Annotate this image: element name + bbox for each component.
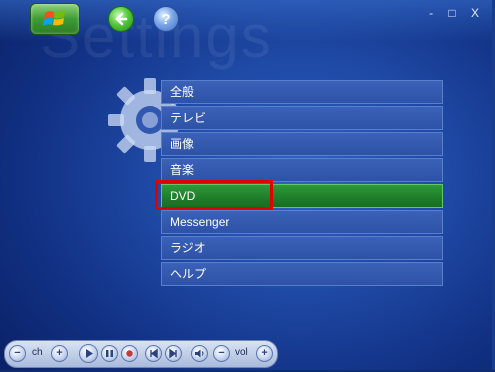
- pause-icon: [106, 350, 113, 357]
- record-icon: [126, 350, 133, 357]
- menu-item-label: 音楽: [170, 163, 195, 177]
- help-button[interactable]: ?: [153, 6, 179, 32]
- menu-item-label: ラジオ: [170, 241, 206, 255]
- mute-button[interactable]: [191, 345, 208, 362]
- channel-down-button[interactable]: −: [9, 345, 26, 362]
- play-icon: [86, 349, 93, 358]
- menu-item-pictures[interactable]: 画像: [161, 132, 443, 156]
- play-button[interactable]: [79, 344, 98, 363]
- start-button[interactable]: [30, 3, 80, 35]
- volume-down-button[interactable]: −: [213, 345, 230, 362]
- channel-label: ch: [32, 347, 43, 358]
- menu-item-label: 全般: [170, 85, 195, 99]
- skip-back-button[interactable]: [145, 345, 162, 362]
- pause-button[interactable]: [101, 345, 118, 362]
- transport-bar: − ch + − vol +: [4, 340, 278, 368]
- annotation-highlight-box: [155, 180, 273, 210]
- menu-item-label: テレビ: [170, 111, 207, 125]
- menu-item-radio[interactable]: ラジオ: [161, 236, 443, 260]
- back-button[interactable]: [108, 6, 134, 32]
- menu-item-label: ヘルプ: [170, 267, 207, 281]
- svg-text:?: ?: [161, 11, 170, 28]
- windows-start-icon: [43, 11, 65, 26]
- skip-back-icon: [150, 348, 158, 359]
- menu-item-label: 画像: [170, 137, 195, 151]
- volume-label: vol: [235, 347, 248, 358]
- channel-up-button[interactable]: +: [51, 345, 68, 362]
- help-icon: ?: [161, 11, 170, 28]
- volume-up-button[interactable]: +: [256, 345, 273, 362]
- skip-forward-button[interactable]: [165, 345, 182, 362]
- skip-forward-icon: [169, 348, 177, 359]
- back-arrow-icon: [115, 12, 128, 26]
- window-controls[interactable]: - □ X: [429, 6, 485, 20]
- menu-item-label: Messenger: [170, 215, 230, 229]
- mute-icon: [195, 349, 204, 358]
- stop-button[interactable]: [121, 345, 138, 362]
- menu-item-general[interactable]: 全般: [161, 80, 443, 104]
- menu-item-messenger[interactable]: Messenger: [161, 210, 443, 234]
- menu-item-tv[interactable]: テレビ: [161, 106, 443, 130]
- media-center-window: Settings ? - □ X 全般 テレビ 画像 音楽 DVD Messen…: [0, 0, 495, 372]
- menu-item-help[interactable]: ヘルプ: [161, 262, 443, 286]
- menu-item-music[interactable]: 音楽: [161, 158, 443, 182]
